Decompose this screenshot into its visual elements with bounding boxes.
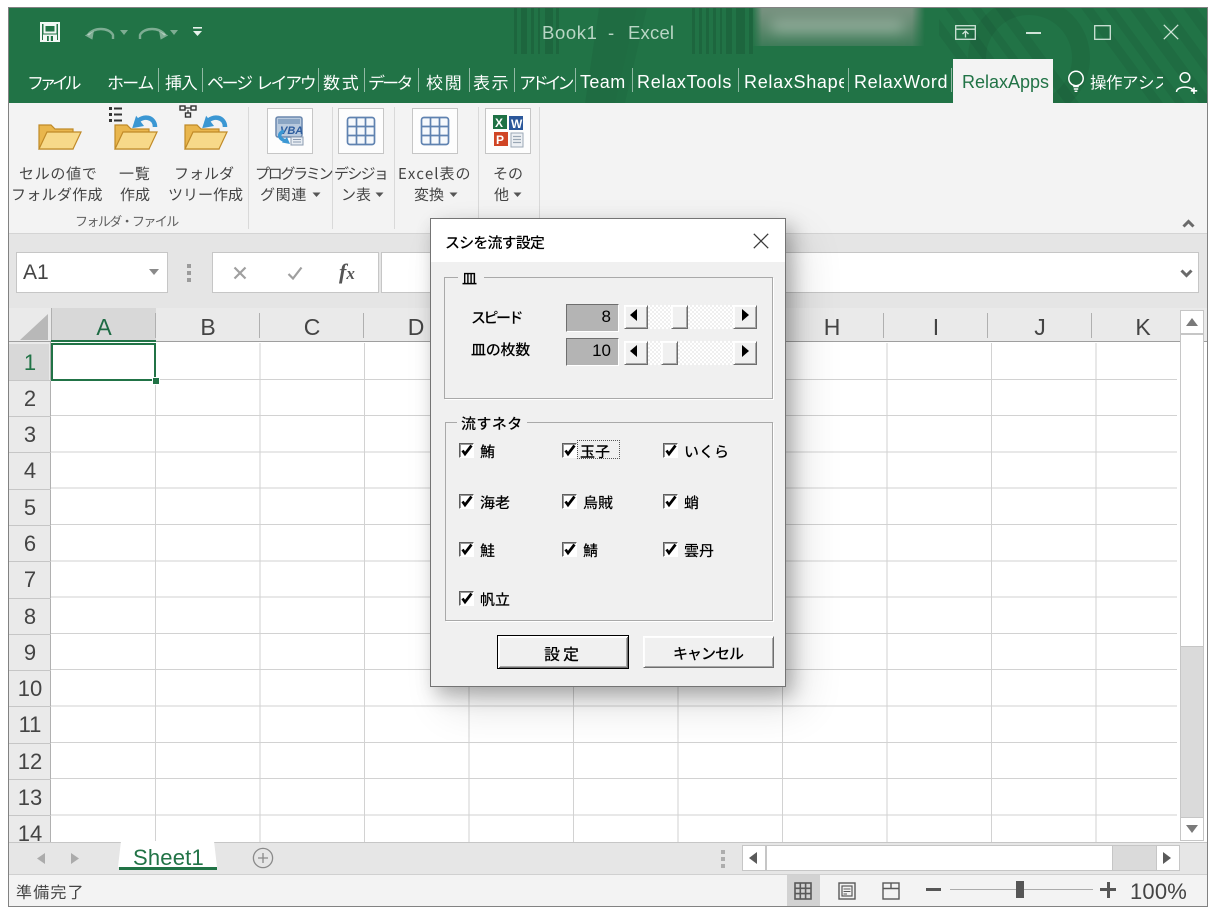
svg-text:W: W: [511, 117, 523, 131]
svg-text:X: X: [495, 116, 503, 130]
svg-text:P: P: [496, 133, 504, 147]
